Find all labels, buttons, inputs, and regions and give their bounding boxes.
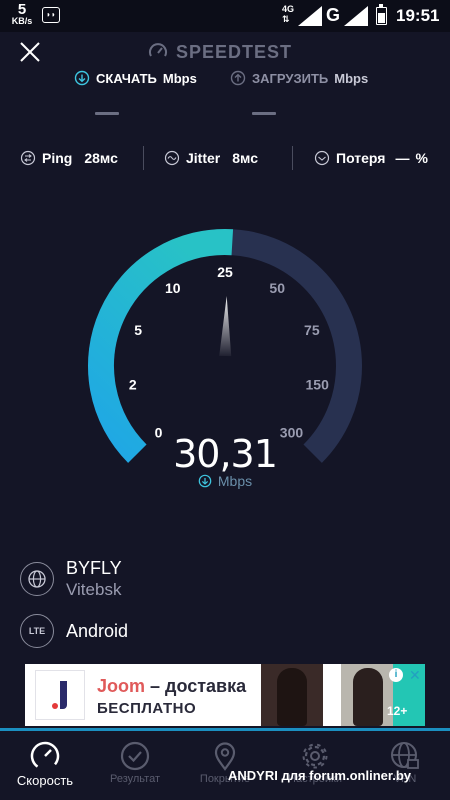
gauge-tick-label: 2 [129, 376, 137, 392]
network-type-label: 4G [282, 4, 295, 14]
check-circle-icon [90, 739, 180, 773]
loss-stat: Потеря — % [314, 146, 428, 170]
ad-product-image-2 [341, 664, 393, 726]
carrier-g-label: G [326, 5, 341, 25]
ad-info-icon[interactable]: i [389, 668, 403, 682]
upload-label: ЗАГРУЗИТЬ [252, 70, 329, 86]
gauge-tick-label: 10 [165, 280, 181, 296]
gauge-tick-label: 150 [306, 376, 330, 392]
network-speed-indicator: 5 KB/s [10, 1, 34, 26]
lte-badge-text: LTE [28, 626, 46, 636]
app-title: SPEEDTEST [148, 40, 292, 64]
current-speed-unit: Mbps [217, 473, 253, 489]
gauge-needle [219, 296, 232, 357]
nav-item-results[interactable]: Результат [90, 739, 180, 785]
gauge-progress-arc [88, 229, 234, 463]
stats-divider [292, 146, 293, 170]
stats-divider [143, 146, 144, 170]
packet-loss-icon [314, 150, 330, 166]
loss-value: — [395, 150, 410, 166]
ping-icon [20, 150, 36, 166]
ping-stat: Ping 28мс [20, 146, 118, 170]
upload-mode[interactable]: ЗАГРУЗИТЬ Mbps [230, 70, 368, 86]
ad-subline: БЕСПЛАТНО [97, 700, 197, 717]
speedometer-logo-icon [149, 43, 167, 57]
upload-unit: Mbps [334, 70, 369, 86]
download-icon [74, 70, 90, 86]
ad-close-icon[interactable]: ✕ [409, 667, 421, 684]
network-speed-value: 5 [17, 1, 27, 18]
nav-label-speed: Скорость [16, 773, 74, 788]
current-speed-unit-row: Mbps [150, 473, 300, 489]
device-name: Android [66, 620, 129, 641]
ad-headline: Joom – доставка [97, 676, 246, 697]
upload-icon [230, 70, 246, 86]
ad-banner[interactable]: Joom – доставка БЕСПЛАТНО i ✕ 12+ [25, 664, 425, 726]
gauge-tick-label: 25 [217, 264, 233, 280]
signal-icon-2 [344, 6, 368, 26]
ad-age-rating: 12+ [387, 704, 408, 718]
loss-label: Потеря [336, 150, 386, 166]
download-label: СКАЧАТЬ [96, 70, 157, 86]
jitter-icon [164, 150, 180, 166]
ad-brand: Joom [97, 676, 146, 696]
nav-item-speed[interactable]: Скорость [0, 739, 90, 788]
status-bar: 5 KB/s ◗◗ 4G ⇅ G 19:51 [0, 0, 450, 32]
globe-icon [20, 562, 54, 596]
stats-row: Ping 28мс Jitter 8мс Потеря — % [0, 146, 450, 170]
download-value-placeholder [95, 112, 119, 115]
isp-info: BYFLY Vitebsk [20, 558, 122, 600]
clock: 19:51 [396, 6, 440, 25]
ad-headline-rest: – доставка [145, 676, 247, 696]
download-small-icon [198, 474, 212, 488]
ping-label: Ping [42, 150, 73, 166]
close-button[interactable] [18, 40, 42, 64]
battery-icon [376, 4, 387, 25]
watermark: ANDYRI для forum.onliner.by [228, 768, 411, 783]
jitter-stat: Jitter 8мс [164, 146, 258, 170]
app-title-text: SPEEDTEST [176, 41, 293, 62]
gauge-tick-label: 75 [304, 322, 320, 338]
jitter-label: Jitter [186, 150, 221, 166]
signal-icon [298, 6, 322, 26]
gauge-tick-label: 5 [134, 322, 142, 338]
jitter-value: 8мс [232, 150, 258, 166]
ping-value: 28мс [84, 150, 118, 166]
download-mode[interactable]: СКАЧАТЬ Mbps [74, 70, 197, 86]
nfc-icon: ◗◗ [42, 7, 60, 23]
lte-icon: LTE [20, 614, 54, 648]
download-unit: Mbps [162, 70, 197, 86]
nav-label-results: Результат [109, 773, 161, 785]
isp-name: BYFLY [66, 558, 122, 578]
device-info: LTE Android [20, 614, 128, 648]
network-type: 4G ⇅ [282, 4, 295, 24]
joom-logo [35, 670, 85, 720]
current-speed-value: 30,31 [173, 432, 278, 476]
loss-unit: % [415, 150, 428, 166]
bottom-nav: Скорость Результат Покрытие Настройки VP… [0, 731, 450, 800]
network-speed-unit: KB/s [11, 16, 33, 26]
isp-city: Vitebsk [66, 580, 122, 599]
speedometer-icon [0, 739, 90, 773]
ad-product-image [261, 664, 323, 726]
upload-value-placeholder [252, 112, 276, 115]
gauge-tick-label: 50 [269, 280, 285, 296]
